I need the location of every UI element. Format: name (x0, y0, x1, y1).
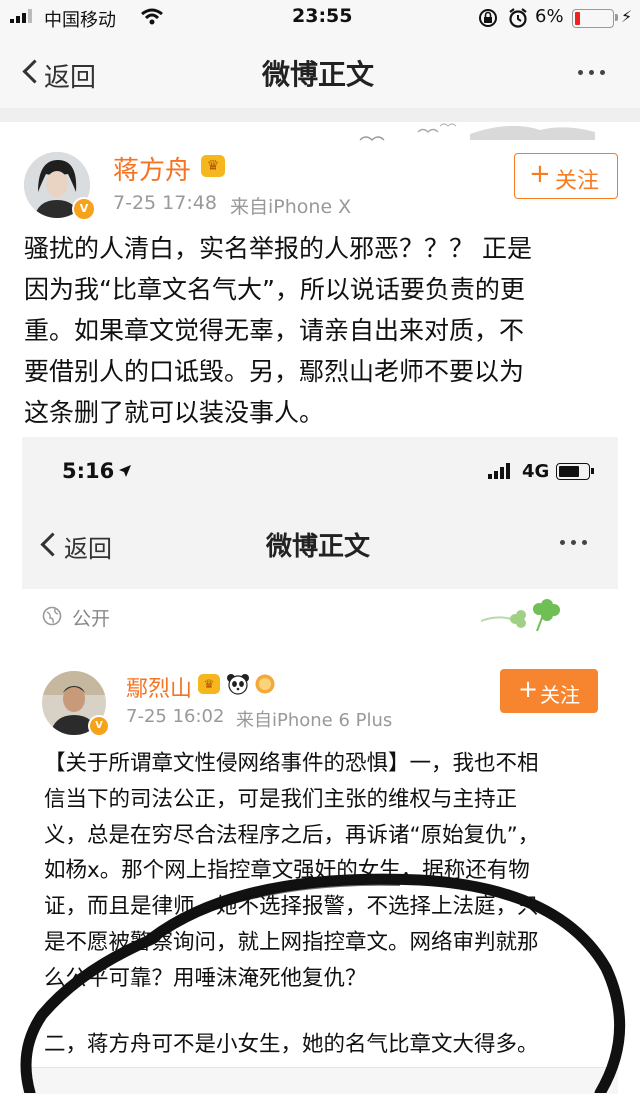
post-line: 因为我“比章文名气大”，所以说话要负责的更 (24, 275, 525, 304)
nav-bar: 返回 微博正文 (0, 36, 640, 109)
post-line: 骚扰的人清白，实名举报的人邪恶？？？ 正是 (24, 234, 532, 263)
plus-icon: + (529, 159, 551, 189)
location-arrow-icon (119, 465, 131, 477)
author-name[interactable]: 蒋方舟 (113, 150, 191, 187)
status-bar: 中国移动 23:55 6% ⚡ (0, 0, 640, 36)
inner-post-time: 7-25 16:02 (126, 706, 225, 727)
post-line: 重。如果章文觉得无辜，请亲自出来对质，不 (24, 316, 525, 345)
inner-author-name[interactable]: 鄢烈山 (126, 671, 192, 703)
inner-post-line: 【关于所谓章文性侵网络事件的恐惧】一，我也不相 (44, 751, 539, 776)
inner-post-line: 信当下的司法公正，可是我们主张的维权与主持正 (44, 786, 518, 812)
globe-icon (42, 606, 62, 626)
inner-post-source: 来自iPhone 6 Plus (236, 710, 393, 731)
charging-icon: ⚡ (621, 7, 633, 26)
battery-icon (572, 9, 614, 28)
panda-badge-icon (227, 674, 249, 695)
page-title: 微博正文 (262, 58, 375, 91)
post-source: 来自iPhone X (230, 196, 352, 218)
verified-badge-icon: V (72, 197, 96, 221)
clock: 23:55 (292, 5, 353, 27)
back-chevron-icon (22, 59, 47, 84)
follow-button[interactable]: + 关注 (514, 153, 618, 199)
inner-back-chevron-icon (40, 532, 65, 557)
medal-badge-icon (255, 674, 275, 694)
post-body: 骚扰的人清白，实名举报的人邪恶？？？ 正是 因为我“比章文名气大”，所以说话要负… (24, 228, 624, 433)
network-type: 4G (522, 461, 550, 482)
inner-follow-label: 关注 (540, 683, 580, 707)
inner-verified-badge-icon: V (88, 715, 110, 737)
ink-circle-annotation (20, 873, 626, 1093)
inner-more-icon[interactable] (560, 540, 587, 545)
rotation-lock-icon (479, 9, 497, 27)
inner-back-label: 返回 (64, 535, 112, 563)
post-line: 这条删了就可以装没事人。 (24, 398, 325, 427)
inner-crown-badge-icon: ♛ (198, 674, 220, 694)
post-time: 7-25 17:48 (113, 192, 217, 214)
battery-percent: 6% (535, 6, 564, 27)
more-icon[interactable] (578, 70, 605, 75)
wifi-icon (141, 8, 163, 25)
follow-label: 关注 (555, 169, 600, 194)
post-line: 要借别人的口诋毁。另，鄢烈山老师不要以为 (24, 357, 525, 386)
back-button[interactable]: 返回 (16, 50, 116, 94)
inner-post-line: 义，总是在穷尽合法程序之后，再诉诸“原始复仇”， (44, 822, 540, 848)
alarm-icon (509, 8, 527, 28)
inner-signal-icon (488, 463, 510, 479)
inner-clock: 5:16 (62, 459, 115, 483)
crown-badge-icon: ♛ (201, 155, 225, 177)
carrier-name: 中国移动 (44, 10, 116, 31)
visibility-label: 公开 (72, 608, 111, 630)
inner-follow-button[interactable]: + 关注 (500, 669, 598, 713)
signal-icon (10, 9, 32, 23)
inner-plus-icon: + (518, 675, 539, 703)
clover-decoration (480, 599, 560, 632)
inner-back-button[interactable]: 返回 (34, 525, 134, 565)
inner-battery-icon (556, 463, 590, 480)
inner-page-title: 微博正文 (266, 532, 371, 562)
card-background-decoration (359, 123, 595, 142)
back-label: 返回 (44, 63, 97, 93)
